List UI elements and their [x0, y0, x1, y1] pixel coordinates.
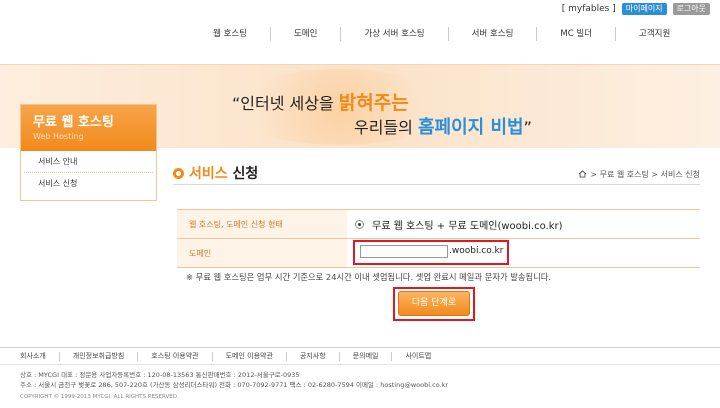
nav-mc-builder[interactable]: MC 빌더	[536, 27, 615, 41]
footer-link-company[interactable]: 회사소개	[20, 352, 59, 361]
footer-link-notices[interactable]: 공지사항	[285, 352, 339, 361]
sidebar: 무료 웹 호스팅 Web Hosting 서비스 안내 서비스 신청	[20, 104, 157, 201]
sidebar-subtitle: Web Hosting	[33, 132, 84, 141]
footer-divider	[0, 364, 720, 365]
logout-button[interactable]: 로그아웃	[672, 3, 710, 15]
footer-divider	[0, 347, 720, 348]
username: [ myfables ]	[561, 4, 616, 14]
page-title-rest: 신청	[227, 166, 259, 182]
nav-virtual-server-hosting[interactable]: 가상 서버 호스팅	[340, 27, 447, 41]
sidebar-item-service-info[interactable]: 서비스 안내	[24, 151, 153, 173]
sidebar-header: 무료 웹 호스팅 Web Hosting	[21, 105, 156, 151]
domain-input[interactable]	[360, 245, 448, 258]
footer-link-sitemap[interactable]: 사이트맵	[391, 352, 444, 361]
company-info-line1: 상호 : MYCGI 대표 : 정문용 사업자등록번호 : 120-08-135…	[20, 371, 300, 379]
footer-link-domain-terms[interactable]: 도메인 이용약관	[211, 352, 286, 361]
slogan-highlight: 밝혀주는	[338, 92, 409, 114]
banner-slogan-line2: 우리들의 홈페이지 비법”	[354, 113, 532, 139]
form-label-domain: 도메인	[177, 239, 347, 267]
copyright: COPYRIGHT © 1999-2013 MYCGI. ALL RIGHTS …	[20, 394, 179, 400]
footer-link-privacy[interactable]: 개인정보취급방침	[58, 352, 138, 361]
nav-domain[interactable]: 도메인	[269, 27, 340, 41]
page-title: 서비스 신청	[189, 163, 258, 183]
sidebar-title: 무료 웹 호스팅	[33, 115, 114, 130]
breadcrumb-path: > 무료 웹 호스팅 > 서비스 신청	[590, 170, 700, 179]
footer-links: 회사소개 개인정보취급방침 호스팅 이용약관 도메인 이용약관 공지사항 문의메…	[20, 352, 444, 361]
footer-link-contact[interactable]: 문의메일	[338, 352, 392, 361]
sidebar-item-service-apply[interactable]: 서비스 신청	[24, 173, 153, 195]
page-title-bar: 서비스 신청 > 무료 웹 호스팅 > 서비스 신청	[173, 163, 700, 185]
type-radio[interactable]	[355, 219, 364, 229]
page-title-accent: 서비스	[189, 166, 228, 182]
next-step-button[interactable]: 다음 단계로	[398, 291, 470, 316]
domain-suffix: .woobi.co.kr	[449, 246, 504, 256]
type-option-label: 무료 웹 호스팅 + 무료 도메인(woobi.co.kr)	[372, 220, 563, 232]
nav-web-hosting[interactable]: 웹 호스팅	[190, 27, 270, 41]
slogan-quote: ”	[523, 118, 532, 137]
form-label-type: 웹 호스팅, 도메인 신청 형태	[177, 210, 347, 238]
breadcrumb: > 무료 웹 호스팅 > 서비스 신청	[578, 169, 700, 180]
title-bullet-icon	[173, 168, 184, 179]
setup-notice: ※ 무료 웹 호스팅은 업무 시간 기준으로 24시간 이내 셋업됩니다. 셋업…	[186, 272, 552, 282]
home-icon[interactable]	[578, 170, 587, 178]
footer-link-hosting-terms[interactable]: 호스팅 이용약관	[137, 352, 211, 361]
nav-customer-support[interactable]: 고객지원	[615, 27, 693, 41]
slogan-highlight: 홈페이지 비법	[417, 117, 524, 138]
main-nav: 웹 호스팅 도메인 가상 서버 호스팅 서버 호스팅 MC 빌더 고객지원	[190, 27, 710, 41]
nav-server-hosting[interactable]: 서버 호스팅	[447, 27, 537, 41]
company-info-line2: 주소 : 서울시 금천구 벚꽃로 286, 507-220호 (가산동 삼성리더…	[20, 381, 449, 389]
slogan-text: 우리들의	[354, 118, 418, 137]
application-form: 웹 호스팅, 도메인 신청 형태 무료 웹 호스팅 + 무료 도메인(woobi…	[177, 209, 700, 268]
mypage-button[interactable]: 마이페이지	[621, 3, 667, 15]
slogan-text: “인터넷 세상을	[232, 94, 339, 113]
banner-slogan-line1: “인터넷 세상을 밝혀주는	[232, 88, 409, 115]
top-bar: [ myfables ] 마이페이지 로그아웃	[562, 2, 710, 16]
form-row-type: 웹 호스팅, 도메인 신청 형태 무료 웹 호스팅 + 무료 도메인(woobi…	[177, 210, 700, 239]
form-value-type: 무료 웹 호스팅 + 무료 도메인(woobi.co.kr)	[355, 210, 563, 238]
